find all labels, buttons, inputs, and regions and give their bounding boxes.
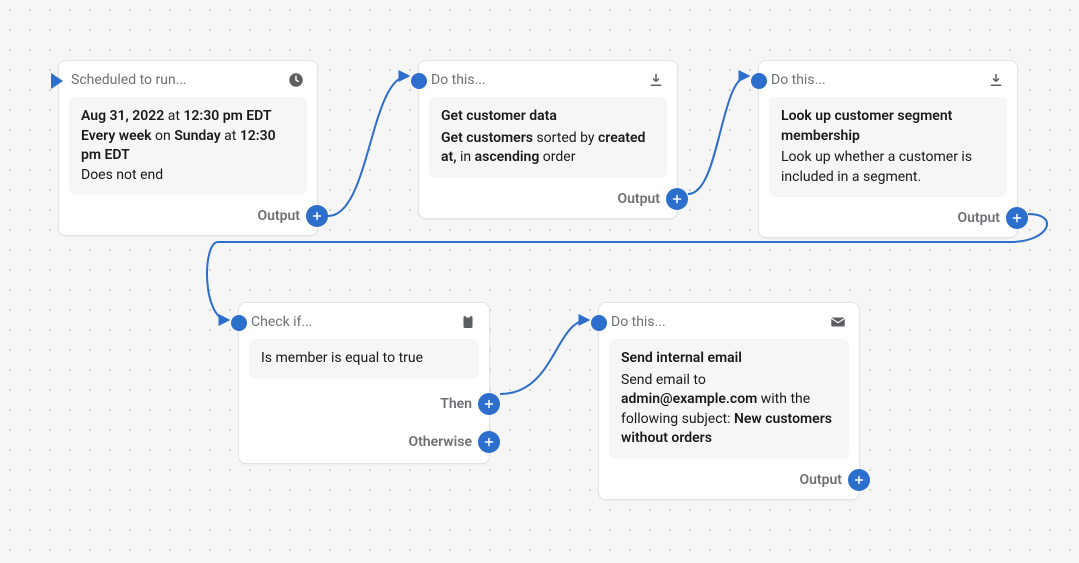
condition-text: Is member is equal to true [261, 349, 467, 369]
node-dot-icon [591, 315, 607, 331]
card-get-customer[interactable]: Do this... Get customer data Get custome… [418, 60, 678, 219]
card-desc: Look up whether a customer is included i… [781, 148, 995, 187]
output-label: Output [799, 472, 842, 488]
add-output-button[interactable] [306, 205, 328, 227]
add-otherwise-button[interactable] [478, 431, 500, 453]
card-check-if[interactable]: Check if... Is member is equal to true T… [238, 302, 490, 464]
workflow-canvas[interactable]: Scheduled to run... Aug 31, 2022 at 12:3… [0, 0, 1079, 563]
card-title: Send internal email [621, 349, 837, 369]
mail-icon [829, 313, 847, 331]
clock-icon [287, 71, 305, 89]
card-header-label: Do this... [771, 72, 826, 88]
card-body: Get customer data Get customers sorted b… [429, 97, 667, 178]
then-label: Then [440, 396, 472, 412]
card-body: Is member is equal to true [249, 339, 479, 379]
card-header-label: Scheduled to run... [71, 72, 187, 88]
card-lookup-segment[interactable]: Do this... Look up customer segment memb… [758, 60, 1018, 238]
schedule-desc: Aug 31, 2022 at 12:30 pm EDTEvery week o… [81, 107, 295, 185]
card-header-label: Do this... [431, 72, 486, 88]
output-label: Output [257, 208, 300, 224]
output-label: Output [957, 210, 1000, 226]
download-icon [987, 71, 1005, 89]
card-desc: Send email to admin@example.com with the… [621, 371, 837, 449]
node-dot-icon [751, 73, 767, 89]
card-title: Get customer data [441, 107, 655, 127]
card-header-label: Check if... [251, 314, 313, 330]
output-label: Output [617, 191, 660, 207]
otherwise-label: Otherwise [408, 434, 472, 450]
add-output-button[interactable] [1006, 207, 1028, 229]
card-body: Look up customer segment membership Look… [769, 97, 1007, 197]
card-send-email[interactable]: Do this... Send internal email Send emai… [598, 302, 860, 500]
card-body: Send internal email Send email to admin@… [609, 339, 849, 459]
start-icon [51, 73, 63, 89]
card-title: Look up customer segment membership [781, 107, 995, 146]
node-dot-icon [411, 73, 427, 89]
download-icon [647, 71, 665, 89]
card-header-label: Do this... [611, 314, 666, 330]
card-schedule[interactable]: Scheduled to run... Aug 31, 2022 at 12:3… [58, 60, 318, 236]
clipboard-icon [459, 313, 477, 331]
add-output-button[interactable] [666, 188, 688, 210]
add-then-button[interactable] [478, 393, 500, 415]
add-output-button[interactable] [848, 469, 870, 491]
card-body: Aug 31, 2022 at 12:30 pm EDTEvery week o… [69, 97, 307, 195]
node-dot-icon [231, 315, 247, 331]
card-desc: Get customers sorted by created at, in a… [441, 129, 655, 168]
